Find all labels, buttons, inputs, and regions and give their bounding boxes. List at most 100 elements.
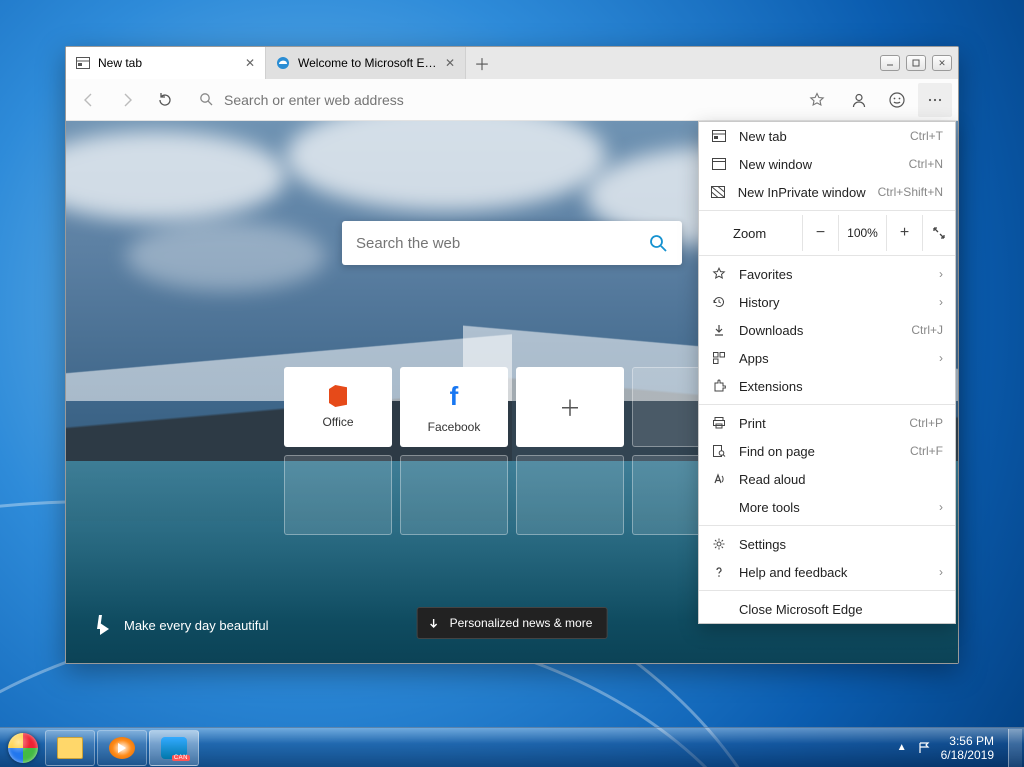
menu-print[interactable]: Print Ctrl+P bbox=[699, 409, 955, 437]
tab-welcome[interactable]: Welcome to Microsoft Edge Can… ✕ bbox=[266, 47, 466, 79]
system-tray: ▲ 3:56 PM 6/18/2019 bbox=[887, 734, 1004, 762]
web-search-input[interactable] bbox=[356, 235, 638, 252]
navigation-bar bbox=[66, 79, 958, 121]
tray-overflow-icon[interactable]: ▲ bbox=[897, 742, 907, 753]
start-button[interactable] bbox=[2, 730, 44, 766]
address-input[interactable] bbox=[224, 92, 799, 108]
maximize-button[interactable] bbox=[906, 55, 926, 71]
settings-menu-button[interactable] bbox=[918, 83, 952, 117]
chevron-right-icon: › bbox=[939, 565, 943, 579]
clock-time: 3:56 PM bbox=[949, 734, 994, 748]
tile-empty[interactable] bbox=[516, 455, 624, 535]
refresh-button[interactable] bbox=[148, 83, 182, 117]
inprivate-icon bbox=[711, 186, 726, 198]
office-icon bbox=[329, 385, 347, 407]
history-icon bbox=[711, 295, 727, 309]
fullscreen-button[interactable] bbox=[923, 226, 955, 240]
feedback-button[interactable] bbox=[880, 83, 914, 117]
tab-label: New tab bbox=[98, 56, 237, 70]
search-submit-icon[interactable] bbox=[648, 233, 668, 253]
browser-window: New tab ✕ Welcome to Microsoft Edge Can…… bbox=[65, 46, 959, 664]
taskbar-edge-canary[interactable] bbox=[149, 730, 199, 766]
edge-canary-icon bbox=[161, 737, 187, 759]
zoom-label: Zoom bbox=[699, 215, 803, 251]
plus-icon: ＋ bbox=[559, 391, 581, 423]
web-search-box[interactable] bbox=[342, 221, 682, 265]
taskbar-explorer[interactable] bbox=[45, 730, 95, 766]
chevron-right-icon: › bbox=[939, 500, 943, 514]
window-icon bbox=[711, 158, 727, 170]
star-icon bbox=[711, 267, 727, 281]
menu-settings[interactable]: Settings bbox=[699, 530, 955, 558]
tab-newtab[interactable]: New tab ✕ bbox=[66, 47, 266, 79]
chevron-right-icon: › bbox=[939, 351, 943, 365]
tile-add[interactable]: ＋ bbox=[516, 367, 624, 447]
zoom-level: 100% bbox=[839, 215, 887, 251]
facebook-icon: f bbox=[450, 381, 459, 412]
news-toggle[interactable]: Personalized news & more bbox=[417, 607, 608, 639]
bing-icon bbox=[96, 615, 112, 635]
taskbar-clock[interactable]: 3:56 PM 6/18/2019 bbox=[941, 734, 994, 762]
close-icon[interactable]: ✕ bbox=[445, 56, 455, 70]
action-center-flag-icon[interactable] bbox=[917, 741, 931, 755]
close-window-button[interactable]: ✕ bbox=[932, 55, 952, 71]
download-icon bbox=[711, 323, 727, 337]
tab-label: Welcome to Microsoft Edge Can… bbox=[298, 56, 437, 70]
close-icon[interactable]: ✕ bbox=[245, 56, 255, 70]
tile-label: Facebook bbox=[428, 420, 481, 434]
menu-new-tab[interactable]: New tab Ctrl+T bbox=[699, 122, 955, 150]
menu-read-aloud[interactable]: Read aloud bbox=[699, 465, 955, 493]
taskbar: ▲ 3:56 PM 6/18/2019 bbox=[0, 727, 1024, 767]
show-desktop-button[interactable] bbox=[1008, 729, 1022, 767]
tagline-text: Make every day beautiful bbox=[124, 618, 269, 633]
forward-button[interactable] bbox=[110, 83, 144, 117]
windows-logo-icon bbox=[8, 733, 38, 763]
news-label: Personalized news & more bbox=[450, 616, 593, 630]
minimize-button[interactable] bbox=[880, 55, 900, 71]
menu-downloads[interactable]: Downloads Ctrl+J bbox=[699, 316, 955, 344]
extensions-icon bbox=[711, 379, 727, 393]
chevron-down-icon bbox=[428, 617, 440, 629]
tile-empty[interactable] bbox=[400, 455, 508, 535]
folder-icon bbox=[57, 737, 83, 759]
menu-close-edge[interactable]: Close Microsoft Edge bbox=[699, 595, 955, 623]
tab-strip: New tab ✕ Welcome to Microsoft Edge Can…… bbox=[66, 47, 958, 79]
media-player-icon bbox=[109, 737, 135, 759]
menu-history[interactable]: History › bbox=[699, 288, 955, 316]
profile-button[interactable] bbox=[842, 83, 876, 117]
menu-apps[interactable]: Apps › bbox=[699, 344, 955, 372]
tile-label: Office bbox=[322, 415, 353, 429]
menu-new-window[interactable]: New window Ctrl+N bbox=[699, 150, 955, 178]
search-icon bbox=[199, 92, 214, 107]
new-tab-button[interactable]: ＋ bbox=[466, 47, 498, 79]
apps-icon bbox=[711, 351, 727, 365]
menu-favorites[interactable]: Favorites › bbox=[699, 260, 955, 288]
edge-icon bbox=[276, 56, 290, 70]
tile-office[interactable]: Office bbox=[284, 367, 392, 447]
zoom-in-button[interactable]: + bbox=[887, 215, 923, 251]
menu-extensions[interactable]: Extensions bbox=[699, 372, 955, 400]
zoom-out-button[interactable]: − bbox=[803, 215, 839, 251]
settings-dropdown: New tab Ctrl+T New window Ctrl+N New InP… bbox=[698, 121, 956, 624]
read-aloud-icon bbox=[711, 472, 727, 486]
menu-find[interactable]: Find on page Ctrl+F bbox=[699, 437, 955, 465]
menu-more-tools[interactable]: More tools › bbox=[699, 493, 955, 521]
back-button[interactable] bbox=[72, 83, 106, 117]
find-icon bbox=[711, 444, 727, 458]
favorite-star-icon[interactable] bbox=[809, 92, 825, 108]
tile-facebook[interactable]: f Facebook bbox=[400, 367, 508, 447]
bing-tagline[interactable]: Make every day beautiful bbox=[96, 615, 269, 635]
menu-new-inprivate[interactable]: New InPrivate window Ctrl+Shift+N bbox=[699, 178, 955, 206]
newtab-page-icon bbox=[711, 130, 727, 142]
gear-icon bbox=[711, 537, 727, 551]
chevron-right-icon: › bbox=[939, 295, 943, 309]
quick-links: Office f Facebook ＋ bbox=[284, 367, 740, 535]
address-bar[interactable] bbox=[190, 84, 834, 116]
clock-date: 6/18/2019 bbox=[941, 748, 994, 762]
taskbar-media-player[interactable] bbox=[97, 730, 147, 766]
tile-empty[interactable] bbox=[284, 455, 392, 535]
help-icon bbox=[711, 565, 727, 579]
newtab-page-icon bbox=[76, 57, 90, 69]
menu-help[interactable]: Help and feedback › bbox=[699, 558, 955, 586]
menu-zoom: Zoom − 100% + bbox=[699, 215, 955, 251]
